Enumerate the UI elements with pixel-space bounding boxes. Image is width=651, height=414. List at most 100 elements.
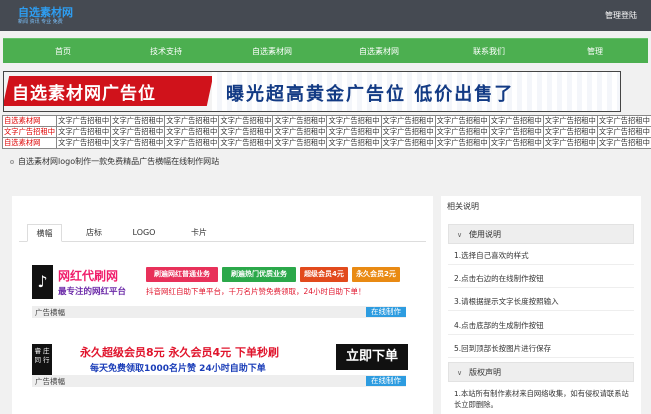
text-ad-link[interactable]: 自选素材网 — [1, 115, 58, 127]
text-ad-link[interactable]: 文字广告招租中 — [542, 137, 598, 149]
text-ad-link[interactable]: 文字广告招租中 — [272, 137, 328, 149]
nav-material-site-1[interactable]: 自选素材网 — [237, 39, 307, 64]
text-ad-link[interactable]: 文字广告招租中 — [110, 137, 166, 149]
ad-grid-row: 自选素材网 文字广告招租中 文字广告招租中 文字广告招租中 文字广告招租中 文字广告招租中… — [1, 115, 651, 127]
notice-bullet-icon — [10, 159, 14, 164]
tiktok-logo: ♪ — [32, 265, 53, 299]
usage-step: 1.选择自己喜欢的样式 — [448, 246, 634, 265]
main-nav: 首页 技术支持 自选素材网 自选素材网 联系我们 管理 — [3, 38, 648, 63]
ad2-order-button: 立即下单 — [336, 344, 408, 370]
usage-step: 3.请根据提示文字长度按照输入 — [448, 292, 634, 311]
text-ad-link[interactable]: 文字广告招租中 — [272, 126, 328, 138]
text-ad-link[interactable]: 文字广告招租中 — [596, 137, 651, 149]
text-ad-link[interactable]: 文字广告招租中 — [380, 126, 436, 138]
banner-right-text: 曝光超高黄金广告位 低价出售了 — [226, 84, 515, 105]
card-footer: 广告横幅 在线制作 — [32, 306, 406, 318]
ad2-title: 永久超级会员8元 永久会员4元 下单秒刷 — [80, 346, 279, 359]
text-ad-link[interactable]: 文字广告招租中 — [326, 137, 382, 149]
sidebar-title: 相关说明 — [447, 202, 479, 211]
text-ad-link[interactable]: 文字广告招租中 — [596, 115, 651, 127]
banner-preview-image[interactable]: ♪ 网红代刷网 最专注的网红平台 刷遍网红普通业务 刷遍热门优质业务 超级会员4… — [32, 265, 406, 302]
top-ad-banner[interactable]: 自选素材网广告位 曝光超高黄金广告位 低价出售了 — [3, 71, 621, 112]
site-logo[interactable]: 自选素材网 新闻 资讯 专业 免费 — [18, 4, 84, 26]
make-online-button[interactable]: 在线制作 — [366, 307, 406, 317]
card-footer: 广告横幅 在线制作 — [32, 375, 406, 387]
card-category: 广告横幅 — [35, 377, 65, 386]
text-ad-link[interactable]: 文字广告招租中 — [380, 115, 436, 127]
top-bar: 自选素材网 新闻 资讯 专业 免费 管理登陆 — [0, 0, 651, 31]
text-ad-link[interactable]: 文字广告招租中 — [542, 126, 598, 138]
usage-step: 5.回到顶部长按图片进行保存 — [448, 339, 634, 358]
text-ad-link[interactable]: 自选素材网 — [1, 137, 58, 149]
chevron-down-icon: ∨ — [457, 231, 463, 239]
tab-logo[interactable]: LOGO — [127, 224, 161, 242]
tab-card[interactable]: 卡片 — [184, 224, 214, 242]
template-card: ♪ 网红代刷网 最专注的网红平台 刷遍网红普通业务 刷遍热门优质业务 超级会员4… — [32, 265, 406, 321]
text-ad-link[interactable]: 文字广告招租中 — [434, 115, 490, 127]
text-ad-grid: 自选素材网 文字广告招租中 文字广告招租中 文字广告招租中 文字广告招租中 文字广告招租中… — [1, 115, 651, 149]
ad-grid-row: 自选素材网 文字广告招租中 文字广告招租中 文字广告招租中 文字广告招租中 文字广告招租中… — [1, 137, 651, 149]
banner-left: 自选素材网广告位 — [4, 72, 214, 111]
text-ad-link[interactable]: 文字广告招租中 — [542, 115, 598, 127]
text-ad-link[interactable]: 文字广告招租中 — [1, 126, 58, 138]
logo-tagline: 新闻 资讯 专业 免费 — [18, 19, 63, 25]
ad1-subtitle: 最专注的网红平台 — [58, 287, 127, 297]
make-online-button[interactable]: 在线制作 — [366, 376, 406, 386]
nav-admin[interactable]: 管理 — [560, 39, 630, 64]
usage-section-label: 使用说明 — [469, 230, 501, 239]
copyright-section-header[interactable]: ∨ 版权声明 — [448, 362, 634, 382]
chevron-down-icon: ∨ — [457, 369, 463, 377]
main-panel: 横幅 店标 LOGO 卡片 ♪ 网红代刷网 最专注的网红平台 刷遍网红普通业务 … — [12, 196, 433, 414]
usage-section-header[interactable]: ∨ 使用说明 — [448, 224, 634, 244]
ad1-tag: 刷遍热门优质业务 — [222, 267, 296, 282]
tab-banner[interactable]: 横幅 — [27, 224, 62, 242]
text-ad-link[interactable]: 文字广告招租中 — [326, 115, 382, 127]
text-ad-link[interactable]: 文字广告招租中 — [272, 115, 328, 127]
text-ad-link[interactable]: 文字广告招租中 — [218, 126, 274, 138]
text-ad-link[interactable]: 文字广告招租中 — [488, 115, 544, 127]
ad1-tag: 刷遍网红普通业务 — [146, 267, 218, 282]
card-category: 广告横幅 — [35, 308, 65, 317]
ad1-title: 网红代刷网 — [58, 269, 119, 283]
text-ad-link[interactable]: 文字广告招租中 — [434, 137, 490, 149]
ad1-tag: 永久会员2元 — [352, 267, 400, 282]
tab-store-logo[interactable]: 店标 — [79, 224, 109, 242]
banner-left-text: 自选素材网广告位 — [12, 84, 156, 104]
site-notice: 自选素材网logo制作一款免费精品广告横幅在线制作网站 — [10, 156, 219, 167]
text-ad-link[interactable]: 文字广告招租中 — [56, 115, 112, 127]
text-ad-link[interactable]: 文字广告招租中 — [218, 137, 274, 149]
nav-home[interactable]: 首页 — [28, 39, 98, 64]
text-ad-link[interactable]: 文字广告招租中 — [380, 137, 436, 149]
text-ad-link[interactable]: 文字广告招租中 — [110, 126, 166, 138]
sidebar: 相关说明 ∨ 使用说明 1.选择自己喜欢的样式 2.点击右边的在线制作按钮 3.请… — [441, 196, 641, 414]
ad2-subtitle: 每天免费领取1000名片赞 24小时自助下单 — [90, 364, 266, 374]
text-ad-link[interactable]: 文字广告招租中 — [164, 137, 220, 149]
text-ad-link[interactable]: 文字广告招租中 — [434, 126, 490, 138]
text-ad-link[interactable]: 文字广告招租中 — [110, 115, 166, 127]
text-ad-link[interactable]: 文字广告招租中 — [164, 126, 220, 138]
ad1-tag: 超级会员4元 — [300, 267, 348, 282]
notice-text: 自选素材网logo制作一款免费精品广告横幅在线制作网站 — [18, 157, 220, 166]
copyright-section-label: 版权声明 — [469, 368, 501, 377]
admin-login-link[interactable]: 管理登陆 — [605, 10, 637, 21]
text-ad-link[interactable]: 文字广告招租中 — [488, 137, 544, 149]
category-tabs: 横幅 店标 LOGO 卡片 — [19, 224, 426, 242]
nav-contact[interactable]: 联系我们 — [454, 39, 524, 64]
usage-step: 2.点击右边的在线制作按钮 — [448, 269, 634, 288]
text-ad-link[interactable]: 文字广告招租中 — [488, 126, 544, 138]
text-ad-link[interactable]: 文字广告招租中 — [164, 115, 220, 127]
ad1-bottom-text: 抖音网红自助下单平台，千万名片赞免费领取，24小时自助下单！ — [146, 287, 366, 296]
music-note-icon: ♪ — [37, 272, 48, 291]
text-ad-link[interactable]: 文字广告招租中 — [596, 126, 651, 138]
template-card: 睿 庄 同 行 永久超级会员8元 永久会员4元 下单秒刷 每天免费领取1000名… — [32, 344, 408, 400]
text-ad-link[interactable]: 文字广告招租中 — [326, 126, 382, 138]
nav-material-site-2[interactable]: 自选素材网 — [344, 39, 414, 64]
text-ad-link[interactable]: 文字广告招租中 — [218, 115, 274, 127]
nav-tech-support[interactable]: 技术支持 — [131, 39, 201, 64]
text-ad-link[interactable]: 文字广告招租中 — [56, 137, 112, 149]
banner-right: 曝光超高黄金广告位 低价出售了 — [212, 72, 620, 111]
text-ad-link[interactable]: 文字广告招租中 — [56, 126, 112, 138]
ad-grid-row: 文字广告招租中 文字广告招租中 文字广告招租中 文字广告招租中 文字广告招租中 文字广告招… — [1, 126, 651, 138]
usage-step: 4.点击底部的生成制作按钮 — [448, 316, 634, 335]
copyright-text: 1.本站所有制作素材来自网络收集，如有侵权请联系站长立即删除。 — [454, 389, 629, 409]
